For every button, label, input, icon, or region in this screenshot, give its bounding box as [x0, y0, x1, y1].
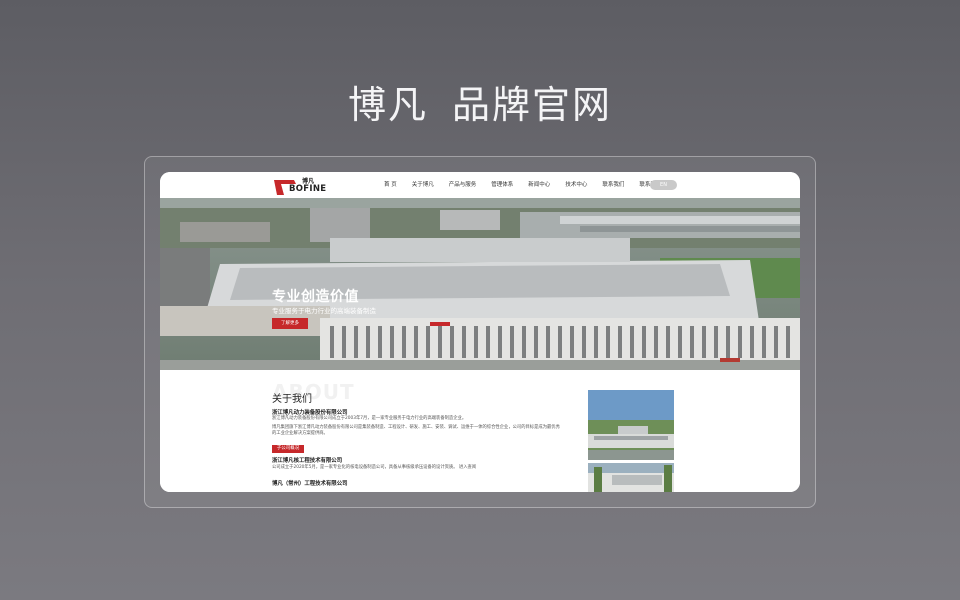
about-text-2: 博凡集团旗下浙江博凡动力装备股份有限公司是集装备制造、工程设计、研发、施工、安装… [272, 425, 560, 436]
nav-item-products[interactable]: 产品与服务 [449, 180, 477, 190]
logo-en: BOFINE [289, 184, 327, 194]
nav-item-home[interactable]: 首 页 [384, 180, 397, 190]
hero-title: 专业创造价值 [272, 289, 359, 305]
learn-more-button[interactable]: 了解更多 [272, 318, 308, 329]
site-logo[interactable]: 博凡 BOFINE [272, 176, 342, 196]
nav-item-tech[interactable]: 技术中心 [565, 180, 587, 190]
factory-photo-2 [588, 463, 674, 492]
language-toggle[interactable]: EN [650, 180, 677, 190]
about-text-1: 浙江博凡动力装备股份有限公司成立于2003年7月，是一家专业服务于电力行业的高端… [272, 416, 467, 421]
headline-brand: 博凡 [347, 83, 428, 127]
company-name-nuclear: 浙江博凡核工程技术有限公司 [272, 458, 343, 464]
site-nav: 博凡 BOFINE 首 页 关于博凡 产品与服务 管理体系 新闻中心 技术中心 … [160, 172, 800, 198]
company-name-changzhou: 博凡（常州）工程技术有限公司 [272, 481, 348, 487]
nav-item-about[interactable]: 关于博凡 [412, 180, 434, 190]
nav-item-management[interactable]: 管理体系 [491, 180, 513, 190]
factory-photo-1 [588, 390, 674, 460]
company-name-main: 浙江博凡动力装备股份有限公司 [272, 410, 348, 416]
page-headline: 博凡 品牌官网 [0, 74, 960, 129]
factory-aerial-image [160, 198, 800, 370]
website-preview: 博凡 BOFINE 首 页 关于博凡 产品与服务 管理体系 新闻中心 技术中心 … [160, 172, 800, 492]
about-title: 关于我们 [272, 394, 312, 405]
nav-item-news[interactable]: 新闻中心 [528, 180, 550, 190]
about-section: ABOUT 关于我们 浙江博凡动力装备股份有限公司 浙江博凡动力装备股份有限公司… [160, 370, 800, 492]
headline-subtitle: 品牌官网 [452, 83, 613, 127]
nav-item-contact-1[interactable]: 联系我们 [602, 180, 624, 190]
hero-subtitle: 专业服务于电力行业的高端装备制造 [272, 307, 376, 315]
subsidiary-tag: 子公司概况 [272, 445, 304, 453]
about-text-3: 公司成立于2020年5月，是一家专业化的核电设备制造公司，具备从事核级承压设备的… [272, 465, 477, 470]
hero-banner: 专业创造价值 专业服务于电力行业的高端装备制造 了解更多 [160, 198, 800, 370]
main-menu: 首 页 关于博凡 产品与服务 管理体系 新闻中心 技术中心 联系我们 联系我们 [384, 180, 676, 190]
